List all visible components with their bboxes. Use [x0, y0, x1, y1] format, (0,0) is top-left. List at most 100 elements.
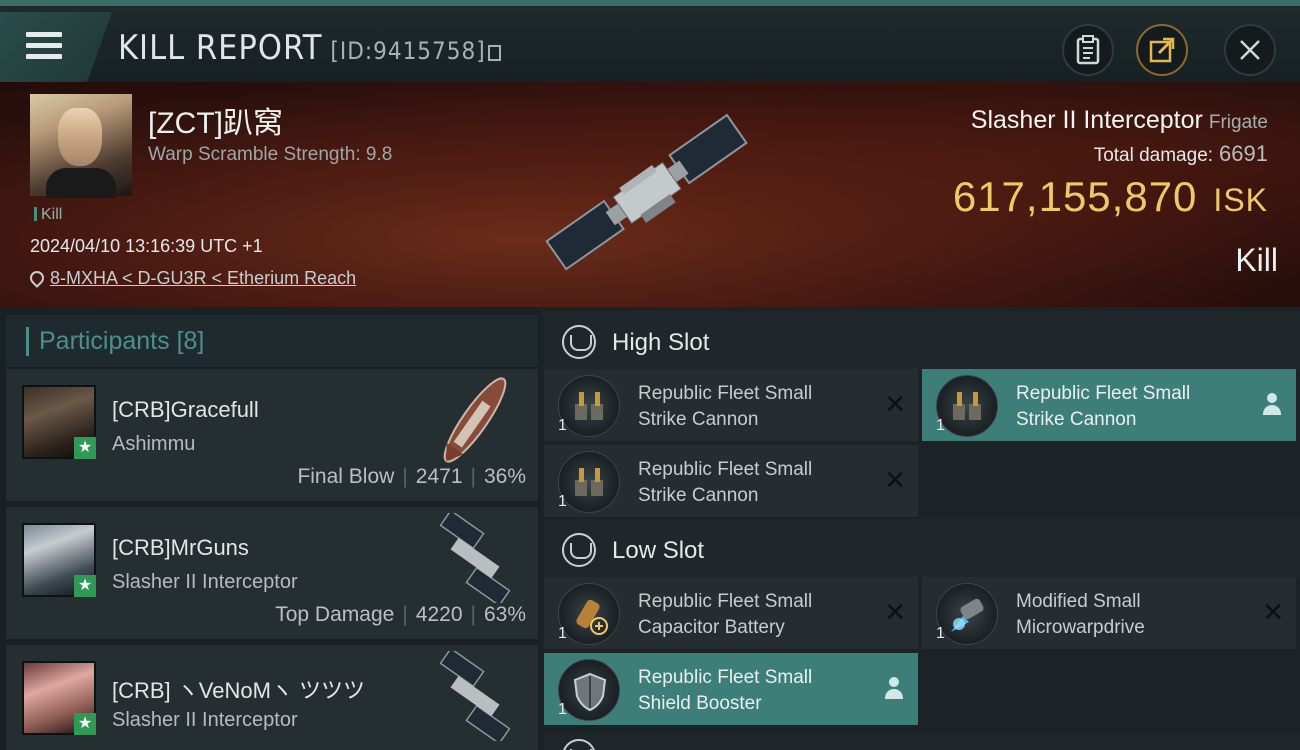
participant-percent: 63% — [483, 603, 526, 626]
shield-booster-icon — [558, 659, 620, 721]
kill-location[interactable]: 8-MXHA < D-GU3R < Etherium Reach — [27, 268, 356, 289]
participants-title: Participants [8] — [26, 327, 204, 356]
isk-value: 617,155,870 ISK — [953, 173, 1268, 221]
location-link[interactable]: 8-MXHA < D-GU3R < Etherium Reach — [50, 268, 356, 288]
module-name-line: Capacitor Battery — [638, 617, 785, 638]
module-item[interactable]: 1 Republic Fleet Small Capacitor Battery … — [544, 577, 918, 649]
kill-datetime: 2024/04/10 13:16:39 UTC +1 — [30, 236, 263, 256]
participant-role: Final Blow — [297, 465, 395, 488]
participant-ship-icon — [443, 377, 507, 463]
dropped-person-icon — [1262, 393, 1282, 415]
page-title: KILL REPORT [ID:9415758] — [118, 28, 501, 68]
share-icon — [1149, 37, 1175, 63]
module-name: Republic Fleet Small Strike Cannon — [638, 457, 878, 509]
module-name-line: Shield Booster — [638, 693, 762, 714]
participants-panel: Participants [8] ★ [CRB]Gracefull Ashimm… — [0, 307, 540, 750]
participant-damage: 4220 — [415, 603, 463, 626]
strike-cannon-icon — [558, 375, 620, 437]
isk-unit: ISK — [1213, 182, 1268, 218]
result-label: Kill — [1235, 242, 1278, 278]
module-name-line: Strike Cannon — [638, 409, 759, 430]
location-pin-icon — [27, 268, 47, 288]
isk-amount: 617,155,870 — [952, 173, 1198, 220]
kill-tag: Kill — [34, 206, 62, 224]
copy-icon[interactable] — [487, 45, 501, 61]
participant-row[interactable]: ★ [CRB]Gracefull Ashimmu Final Blow | 2471… — [6, 369, 538, 501]
module-name-line: Republic Fleet Small — [1016, 383, 1191, 404]
kill-banner: [ZCT]趴窝 Warp Scramble Strength: 9.8 Kill… — [0, 82, 1300, 307]
stats-divider: | — [470, 465, 476, 488]
participant-name[interactable]: [CRB]Gracefull — [112, 397, 259, 423]
capacitor-battery-icon — [558, 583, 620, 645]
total-damage-value: 6691 — [1219, 141, 1268, 166]
module-quantity: 1 — [558, 625, 567, 642]
close-icon — [1240, 40, 1260, 60]
mid-slot-icon — [562, 739, 596, 750]
participant-row[interactable]: ★ [CRB]MrGuns Slasher II Interceptor Top… — [6, 507, 538, 639]
clipboard-icon — [1076, 35, 1100, 65]
low-slot-icon — [562, 533, 596, 567]
total-damage: Total damage: 6691 — [953, 141, 1268, 167]
close-button[interactable] — [1224, 24, 1276, 76]
high-slot-header: High Slot — [544, 311, 1300, 371]
menu-button[interactable] — [0, 12, 112, 82]
module-name: Modified Small Microwarpdrive — [1016, 589, 1256, 641]
module-quantity: 1 — [558, 701, 567, 718]
mid-slot-header — [544, 733, 1300, 750]
high-slot-icon — [562, 325, 596, 359]
module-item[interactable]: 1 Republic Fleet Small Shield Booster — [544, 653, 918, 725]
participant-ship: Slasher II Interceptor — [112, 571, 298, 593]
participants-title-text: Participants — [39, 327, 170, 355]
star-icon: ★ — [74, 713, 96, 735]
low-slot-header: Low Slot — [544, 519, 1300, 579]
victim-name[interactable]: [ZCT]趴窝 — [148, 98, 283, 142]
share-button[interactable] — [1136, 24, 1188, 76]
participant-portrait: ★ — [22, 523, 96, 597]
participant-stats: Final Blow | 2471 | 36% — [297, 465, 526, 489]
dropped-person-icon — [884, 677, 904, 699]
module-name-line: Modified Small — [1016, 591, 1141, 612]
star-icon: ★ — [74, 575, 96, 597]
low-slot-label: Low Slot — [612, 537, 705, 564]
module-item[interactable]: 1 Modified Small Microwarpdrive ✕ — [922, 577, 1296, 649]
destroyed-icon: ✕ — [1262, 597, 1284, 627]
module-quantity: 1 — [558, 417, 567, 434]
star-icon: ★ — [74, 437, 96, 459]
kill-id: [ID:9415758] — [330, 37, 486, 65]
ship-name[interactable]: Slasher II Interceptor — [971, 106, 1203, 134]
module-quantity: 1 — [936, 625, 945, 642]
destroyed-icon: ✕ — [884, 389, 906, 419]
module-name-line: Strike Cannon — [638, 485, 759, 506]
clipboard-button[interactable] — [1062, 24, 1114, 76]
module-name-line: Republic Fleet Small — [638, 667, 813, 688]
participant-ship-icon — [439, 651, 511, 741]
module-name: Republic Fleet Small Shield Booster — [638, 665, 878, 717]
microwarpdrive-icon — [936, 583, 998, 645]
module-name: Republic Fleet Small Strike Cannon — [638, 381, 878, 433]
stats-divider: | — [470, 603, 476, 626]
page-title-text: KILL REPORT — [118, 28, 323, 68]
top-bar: KILL REPORT [ID:9415758] — [0, 0, 1300, 82]
module-name: Republic Fleet Small Capacitor Battery — [638, 589, 878, 641]
ship-title: Slasher II Interceptor Frigate — [953, 106, 1268, 135]
module-quantity: 1 — [936, 417, 945, 434]
participant-name[interactable]: [CRB]MrGuns — [112, 535, 249, 561]
victim-ship-render — [545, 113, 748, 271]
destroyed-icon: ✕ — [884, 465, 906, 495]
fittings-panel: High Slot 1 Republic Fleet Small Strike C… — [540, 307, 1300, 750]
participant-portrait: ★ — [22, 661, 96, 735]
module-name-line: Republic Fleet Small — [638, 383, 813, 404]
victim-portrait[interactable] — [30, 94, 132, 198]
participant-ship-icon — [439, 513, 511, 603]
participant-ship: Slasher II Interceptor — [112, 709, 298, 731]
module-item[interactable]: 1 Republic Fleet Small Strike Cannon ✕ — [544, 369, 918, 441]
high-slot-label: High Slot — [612, 329, 710, 356]
participant-row[interactable]: ★ [CRB] ヽVeNoMヽ ツツツ Slasher II Intercept… — [6, 645, 538, 750]
participant-name[interactable]: [CRB] ヽVeNoMヽ ツツツ — [112, 673, 365, 705]
warp-scramble-strength: Warp Scramble Strength: 9.8 — [148, 144, 393, 165]
module-item[interactable]: 1 Republic Fleet Small Strike Cannon ✕ — [544, 445, 918, 517]
ship-class: Frigate — [1208, 112, 1268, 133]
module-name-line: Republic Fleet Small — [638, 591, 813, 612]
hamburger-icon — [26, 32, 62, 60]
module-item[interactable]: 1 Republic Fleet Small Strike Cannon — [922, 369, 1296, 441]
